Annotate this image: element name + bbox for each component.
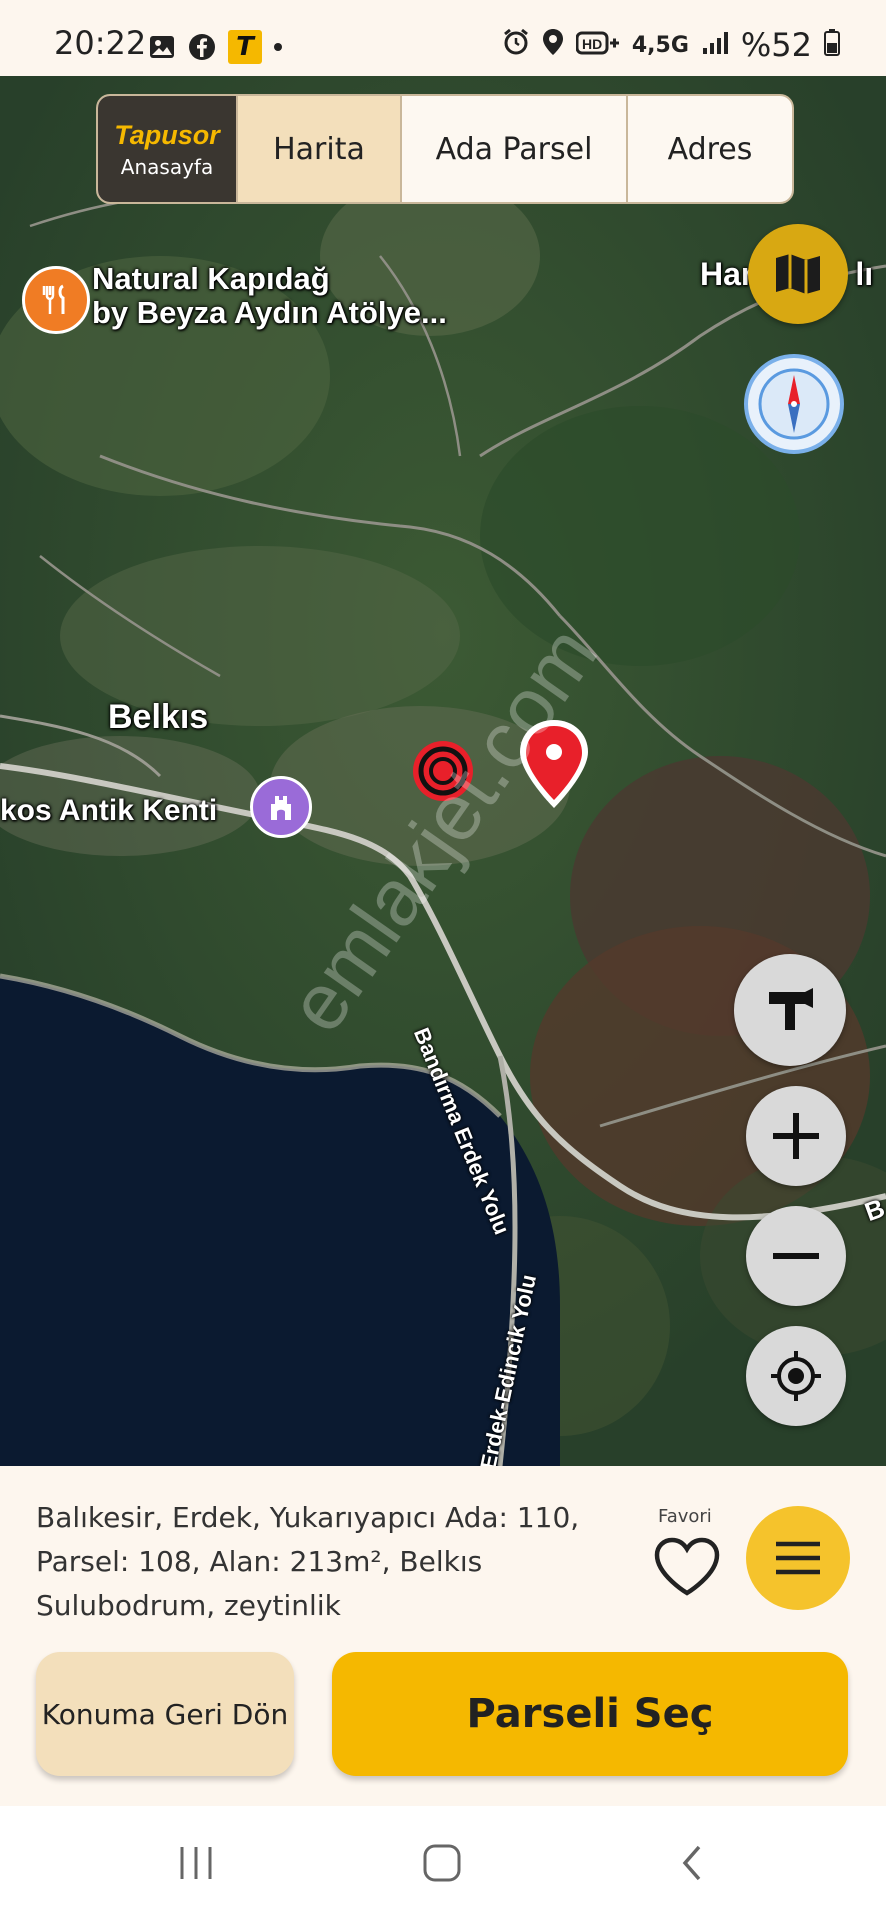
tapusor-icon: T	[228, 30, 262, 64]
back-icon	[682, 1845, 701, 1881]
poi-label[interactable]: Natural Kapıdağ by Beyza Aydın Atölye...	[92, 262, 447, 330]
status-left-icons: T	[148, 30, 282, 64]
zoom-out-button[interactable]	[746, 1206, 846, 1306]
place-label-top-right-end: lı	[855, 256, 874, 292]
hd-plus-icon: HD	[575, 26, 620, 64]
status-time: 20:22	[54, 24, 147, 62]
tab-adres[interactable]: Adres	[626, 96, 792, 202]
system-navigation-bar	[0, 1806, 886, 1920]
favorite-button[interactable]	[650, 1532, 724, 1602]
brand-logo: Tapusor	[114, 119, 220, 150]
zoom-in-button[interactable]	[746, 1086, 846, 1186]
map-layers-icon	[776, 254, 820, 294]
parcel-info-panel: Balıkesir, Erdek, Yukarıyapıcı Ada: 110,…	[0, 1466, 886, 1806]
svg-text:HD: HD	[582, 36, 602, 52]
tab-ada-parsel[interactable]: Ada Parsel	[400, 96, 626, 202]
select-parcel-button[interactable]: Parseli Seç	[332, 1652, 848, 1776]
location-icon	[542, 26, 564, 64]
alarm-icon	[502, 26, 530, 64]
home-button[interactable]	[412, 1838, 472, 1888]
brand-home-label: Anasayfa	[120, 154, 214, 179]
compass-icon	[758, 368, 830, 440]
back-button[interactable]	[662, 1838, 722, 1888]
heart-icon	[654, 1537, 720, 1596]
facebook-icon	[188, 33, 216, 61]
top-navigation: Tapusor Anasayfa Harita Ada Parsel Adres	[96, 94, 794, 204]
poi-label-line1: Natural Kapıdağ	[92, 261, 330, 296]
restaurant-icon	[42, 284, 65, 314]
brand-home-button[interactable]: Tapusor Anasayfa	[98, 96, 236, 202]
compass-button[interactable]	[744, 354, 844, 454]
signal-icon	[701, 26, 729, 64]
recent-apps-button[interactable]	[166, 1838, 226, 1888]
poi-label-line2: by Beyza Aydın Atölye...	[92, 295, 447, 330]
menu-icon	[776, 1541, 820, 1575]
home-icon	[423, 1844, 461, 1882]
place-label-antik-kent: kos Antik Kenti	[0, 794, 218, 827]
recent-apps-icon	[180, 1847, 212, 1879]
target-marker-icon	[410, 738, 476, 808]
place-label-belkis: Belkıs	[108, 698, 209, 736]
my-location-icon	[771, 1351, 821, 1401]
measure-button[interactable]	[734, 954, 846, 1066]
zoom-out-icon	[773, 1253, 819, 1259]
menu-button[interactable]	[746, 1506, 850, 1610]
zoom-in-icon	[773, 1113, 819, 1159]
parcel-details-line2: Parsel: 108, Alan: 213m², Belkıs	[36, 1545, 483, 1578]
status-right: HD 4,5G %52	[502, 26, 840, 64]
battery-label: %52	[740, 26, 812, 64]
map-layers-button[interactable]	[748, 224, 848, 324]
my-location-button[interactable]	[746, 1326, 846, 1426]
restaurant-marker[interactable]	[22, 266, 90, 334]
map-view[interactable]: Natural Kapıdağ by Beyza Aydın Atölye...…	[0, 76, 886, 1466]
landmark-icon	[271, 796, 291, 820]
parcel-details: Balıkesir, Erdek, Yukarıyapıcı Ada: 110,…	[36, 1496, 596, 1628]
image-icon	[148, 33, 176, 61]
dot-icon	[274, 43, 282, 51]
network-label: 4,5G	[631, 32, 689, 58]
battery-icon	[824, 26, 840, 64]
status-bar: 20:22 T HD 4,5G %52	[0, 0, 886, 76]
location-pin-icon[interactable]	[514, 716, 594, 816]
parcel-details-line1: Balıkesir, Erdek, Yukarıyapıcı Ada: 110,	[36, 1501, 580, 1534]
back-to-location-button[interactable]: Konuma Geri Dön	[36, 1652, 294, 1776]
tab-harita[interactable]: Harita	[236, 96, 400, 202]
favorite-label: Favori	[658, 1506, 712, 1527]
landmark-marker[interactable]	[250, 776, 312, 838]
parcel-details-line3: Sulubodrum, zeytinlik	[36, 1589, 341, 1622]
hammer-icon	[769, 988, 813, 1030]
